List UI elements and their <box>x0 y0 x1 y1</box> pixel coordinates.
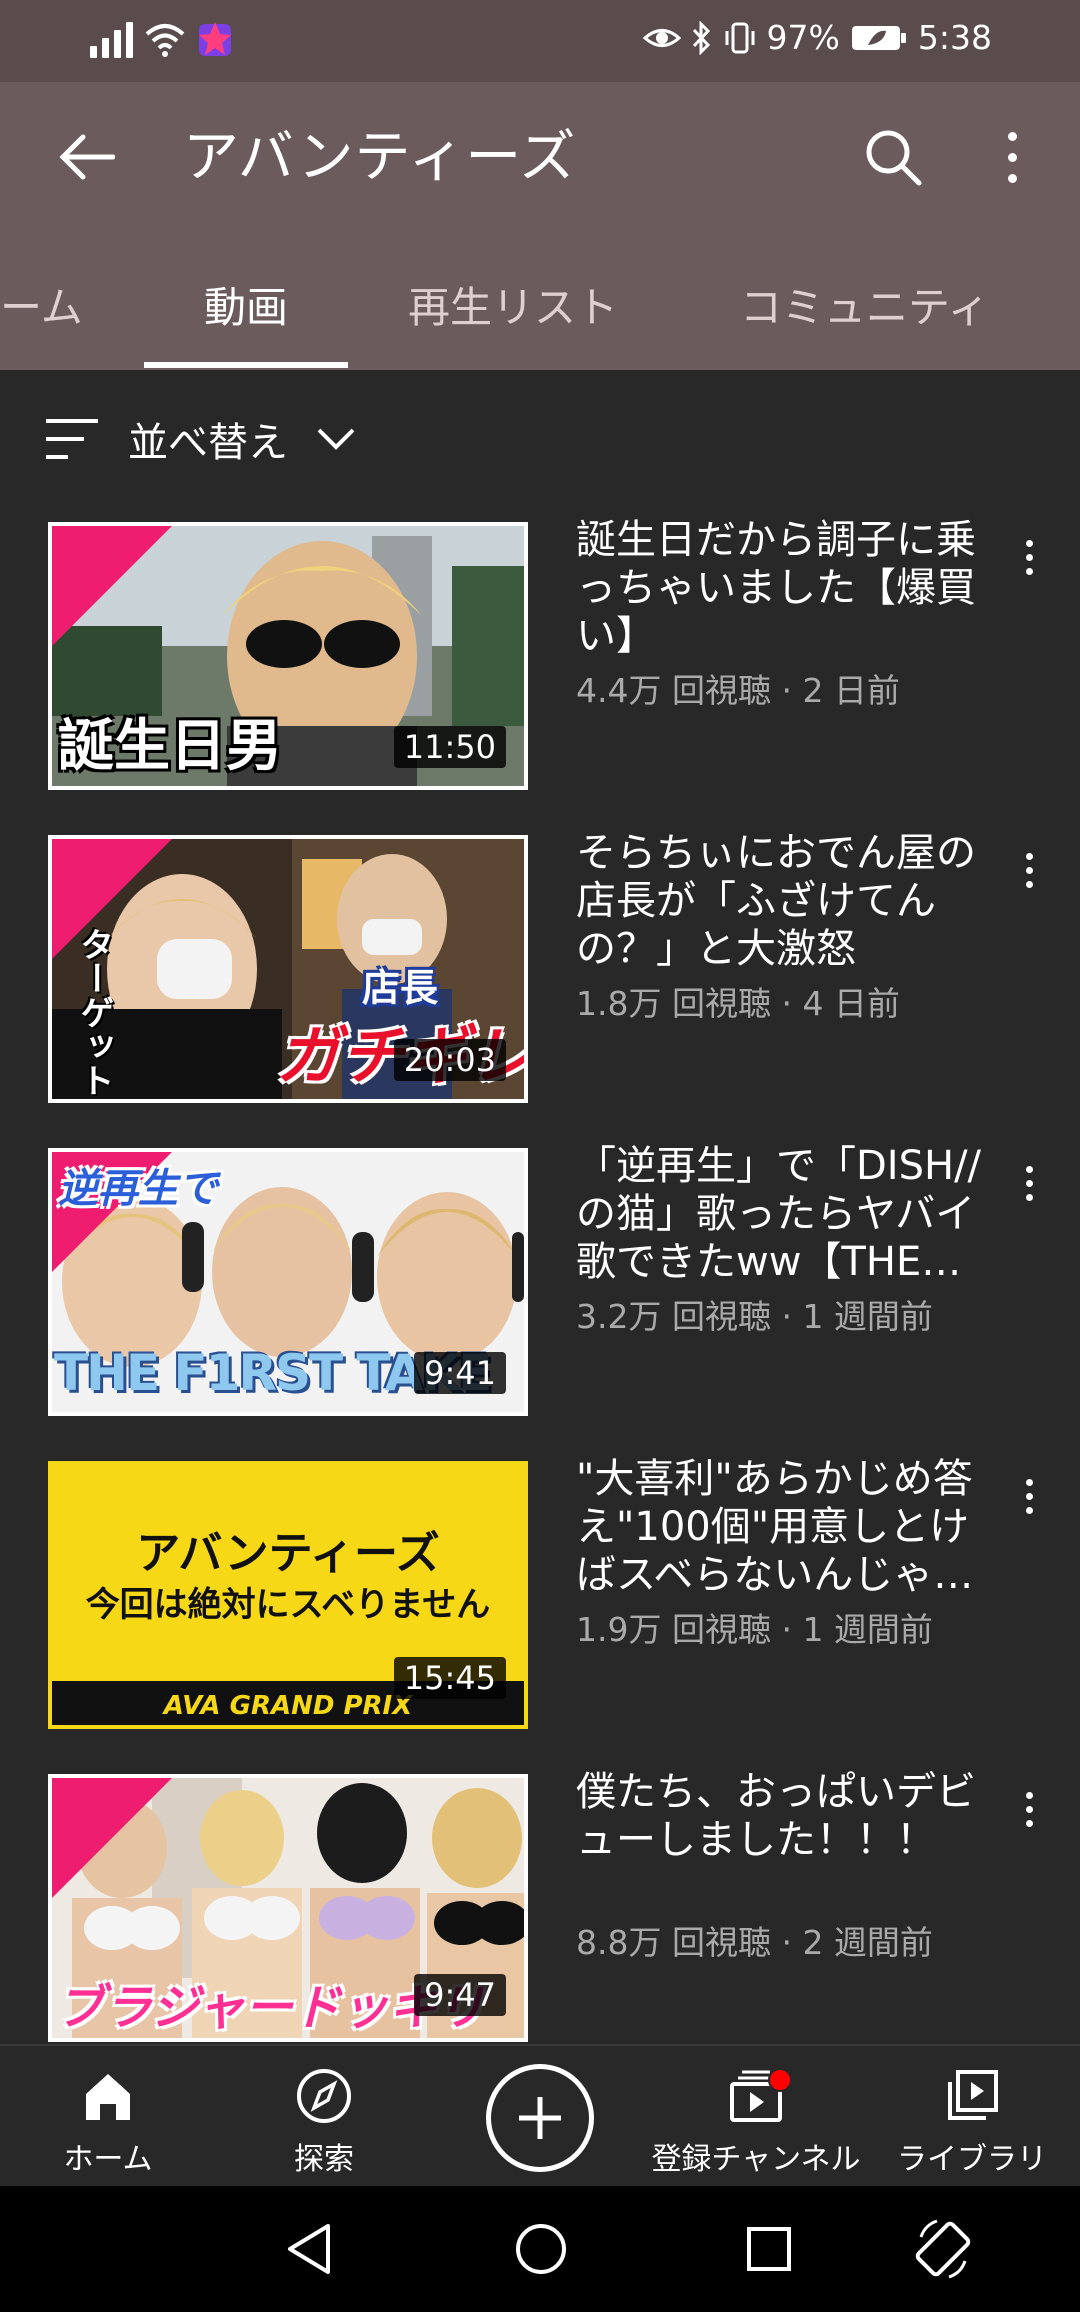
compass-icon <box>297 2069 351 2123</box>
tab-playlists[interactable]: 再生リスト <box>408 274 618 335</box>
video-duration: 15:45 <box>393 1657 506 1699</box>
app-notification-icon <box>199 22 231 56</box>
video-menu-button[interactable] <box>1014 532 1044 582</box>
nav-home-label: ホーム <box>63 2142 153 2177</box>
channel-tabs: ーム 動画 再生リスト コミュニティ <box>0 252 1080 370</box>
nav-subscriptions[interactable]: 登録チャンネル <box>648 2068 864 2186</box>
video-thumbnail[interactable]: アバンティーズ 今回は絶対にスベりません AVA GRAND PRIX 15:4… <box>48 1461 528 1729</box>
tab-community[interactable]: コミュニティ <box>740 274 989 335</box>
more-options-button[interactable] <box>990 122 1034 192</box>
video-meta: 4.4万 回視聴 · 2 日前 <box>576 671 900 710</box>
video-item[interactable]: アバンティーズ 今回は絶対にスベりません AVA GRAND PRIX 15:4… <box>0 1456 1080 1741</box>
nav-explore[interactable]: 探索 <box>216 2068 432 2186</box>
square-recents-icon <box>747 2227 791 2271</box>
video-duration: 9:47 <box>414 1974 506 2016</box>
system-home-button[interactable] <box>506 2214 576 2284</box>
video-duration: 11:50 <box>393 726 506 768</box>
tab-home[interactable]: ーム <box>0 274 83 335</box>
video-meta: 1.8万 回視聴 · 4 日前 <box>576 984 900 1023</box>
rotate-screen-button[interactable] <box>908 2214 978 2284</box>
app-bar: アバンティーズ ーム 動画 再生リスト コミュニティ <box>0 82 1080 370</box>
video-duration: 20:03 <box>393 1039 506 1081</box>
channel-title: アバンティーズ <box>183 125 577 190</box>
clock: 5:38 <box>917 18 992 57</box>
thumbnail-sub-label: 店長 <box>362 966 439 1010</box>
video-duration: 9:41 <box>414 1352 506 1394</box>
active-tab-indicator <box>144 362 348 368</box>
home-icon <box>86 2074 130 2120</box>
status-bar: 97% 5:38 <box>0 0 1080 82</box>
new-corner-badge <box>52 526 172 646</box>
battery-icon <box>851 25 906 50</box>
video-title[interactable]: 僕たち、おっぱいデビューしました！！！ <box>576 1768 996 1864</box>
search-icon <box>866 130 922 186</box>
more-vert-icon <box>1025 852 1033 888</box>
video-thumbnail[interactable]: 逆再生で THE F1RST TAKE 9:41 <box>48 1148 528 1416</box>
more-vert-icon <box>1025 539 1033 575</box>
video-meta: 8.8万 回視聴 · 2 週間前 <box>576 1923 933 1962</box>
thumbnail-side-label: ターゲット <box>74 927 114 1097</box>
nav-library-label: ライブラリ <box>897 2142 1047 2177</box>
sort-label: 並べ替え <box>128 420 288 466</box>
back-button[interactable] <box>52 122 122 192</box>
video-menu-button[interactable] <box>1014 1784 1044 1834</box>
more-vert-icon <box>1025 1478 1033 1514</box>
library-icon <box>948 2070 998 2120</box>
chevron-down-icon <box>317 428 355 450</box>
video-thumbnail[interactable]: 誕生日男 11:50 <box>48 522 528 790</box>
back-arrow-icon <box>59 134 115 180</box>
sort-button[interactable]: 並べ替え <box>44 410 356 468</box>
video-menu-button[interactable] <box>1014 1158 1044 1208</box>
nav-subscriptions-label: 登録チャンネル <box>651 2142 861 2177</box>
signal-icon <box>90 18 133 58</box>
system-navigation-bar <box>0 2186 1080 2312</box>
rotate-icon <box>915 2219 971 2279</box>
thumbnail-line-2: 今回は絶対にスベりません <box>85 1585 491 1625</box>
video-item[interactable]: 逆再生で THE F1RST TAKE 9:41 「逆再生」で「DISH//の猫… <box>0 1143 1080 1428</box>
wifi-icon <box>145 24 185 57</box>
video-menu-button[interactable] <box>1014 1471 1044 1521</box>
new-corner-badge <box>52 1778 172 1898</box>
video-item[interactable]: ブラジャードッキリ 9:47 僕たち、おっぱいデビューしました！！！ 8.8万 … <box>0 1769 1080 2054</box>
plus-icon <box>519 2097 561 2139</box>
more-vert-icon <box>1007 131 1017 183</box>
circle-home-icon <box>516 2224 566 2274</box>
nav-library[interactable]: ライブラリ <box>864 2068 1080 2186</box>
video-title[interactable]: "大喜利"あらかじめ答え"100個"用意しとけばスベらないんじゃないか <box>576 1455 996 1599</box>
sort-icon <box>46 419 98 459</box>
search-button[interactable] <box>858 122 928 192</box>
more-vert-icon <box>1025 1791 1033 1827</box>
vibrate-icon <box>725 22 755 53</box>
system-back-button[interactable] <box>274 2214 344 2284</box>
video-title[interactable]: そらちぃにおでん屋の店長が「ふざけてんの？」と大激怒 <box>576 829 996 973</box>
thumbnail-caption: 誕生日男 <box>58 714 282 779</box>
battery-percent: 97% <box>766 18 840 57</box>
video-thumbnail[interactable]: ターゲット 店長 ガチギレ 20:03 <box>48 835 528 1103</box>
eye-comfort-icon <box>642 28 681 47</box>
bluetooth-icon <box>692 20 710 55</box>
video-title[interactable]: 誕生日だから調子に乗っちゃいました【爆買い】 <box>576 516 996 660</box>
thumbnail-top-label: 逆再生で <box>58 1166 218 1212</box>
video-item[interactable]: ターゲット 店長 ガチギレ 20:03 そらちぃにおでん屋の店長が「ふざけてんの… <box>0 830 1080 1115</box>
more-vert-icon <box>1025 1165 1033 1201</box>
nav-explore-label: 探索 <box>294 2142 354 2177</box>
nav-home[interactable]: ホーム <box>0 2068 216 2186</box>
system-recents-button[interactable] <box>734 2214 804 2284</box>
video-thumbnail[interactable]: ブラジャードッキリ 9:47 <box>48 1774 528 2042</box>
video-item[interactable]: 誕生日男 11:50 誕生日だから調子に乗っちゃいました【爆買い】 4.4万 回… <box>0 517 1080 802</box>
triangle-back-icon <box>288 2224 330 2274</box>
notification-dot <box>768 2068 792 2092</box>
video-meta: 3.2万 回視聴 · 1 週間前 <box>576 1297 933 1336</box>
video-title[interactable]: 「逆再生」で「DISH//の猫」歌ったらヤバイ歌できたww【THE FIRST … <box>576 1142 996 1286</box>
create-button[interactable] <box>486 2064 594 2172</box>
video-meta: 1.9万 回視聴 · 1 週間前 <box>576 1610 933 1649</box>
video-menu-button[interactable] <box>1014 845 1044 895</box>
bottom-navigation: ホーム 探索 登録チャンネル ライブラリ <box>0 2044 1080 2186</box>
tab-videos[interactable]: 動画 <box>204 274 288 335</box>
thumbnail-line-1: アバンティーズ <box>136 1528 440 1579</box>
